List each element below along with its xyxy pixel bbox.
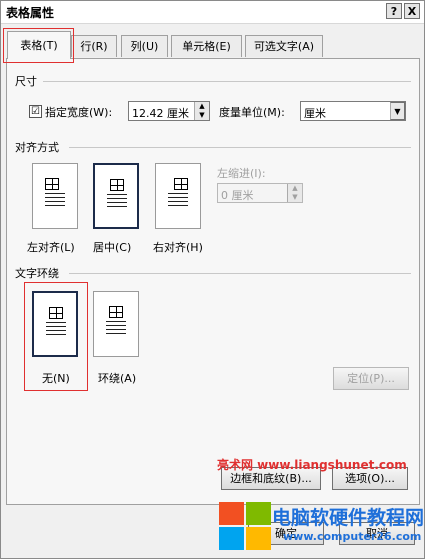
wrap-around-label: 环绕(A) bbox=[98, 372, 137, 385]
tab-cell[interactable]: 单元格(E) bbox=[171, 35, 242, 57]
align-center-option[interactable] bbox=[93, 163, 139, 229]
wrap-around-option[interactable] bbox=[93, 291, 139, 357]
close-button[interactable]: X bbox=[404, 3, 420, 19]
table-left-icon bbox=[45, 178, 65, 214]
tab-alt-text[interactable]: 可选文字(A) bbox=[245, 35, 323, 57]
spin-up-icon[interactable]: ▲ bbox=[287, 184, 302, 193]
align-right-label: 右对齐(H) bbox=[153, 241, 203, 254]
align-left-label: 左对齐(L) bbox=[27, 241, 75, 254]
tab-table[interactable]: 表格(T) bbox=[7, 31, 71, 59]
watermark-site-text: 亮术网 www.liangshunet.com bbox=[217, 458, 407, 472]
watermark-brand-text: 电脑软硬件教程网 bbox=[272, 507, 425, 529]
align-center-label: 居中(C) bbox=[93, 241, 132, 254]
title-bar: 表格属性 ? X bbox=[1, 1, 424, 24]
tab-column[interactable]: 列(U) bbox=[121, 35, 168, 57]
spin-up-icon[interactable]: ▲ bbox=[194, 102, 209, 111]
table-right-icon bbox=[168, 178, 188, 214]
windows-logo-icon bbox=[219, 502, 271, 550]
table-center-icon bbox=[107, 179, 127, 215]
tab-row[interactable]: 行(R) bbox=[71, 35, 117, 57]
preferred-width-spinner[interactable]: 12.42 厘米 ▲ ▼ bbox=[128, 101, 210, 121]
align-left-option[interactable] bbox=[32, 163, 78, 229]
preferred-width-checkbox[interactable]: ☑ bbox=[29, 105, 42, 118]
dialog-title: 表格属性 bbox=[6, 6, 55, 20]
watermark-brand-url: www.computer26.com bbox=[283, 530, 422, 543]
indent-value: 0 厘米 bbox=[221, 189, 254, 202]
measure-in-value: 厘米 bbox=[304, 107, 326, 120]
preferred-width-label: 指定宽度(W): bbox=[45, 106, 113, 119]
measure-in-label: 度量单位(M): bbox=[219, 106, 285, 119]
highlight-box-wrap-none bbox=[24, 282, 88, 391]
indent-label: 左缩进(I): bbox=[217, 167, 266, 180]
indent-spinner[interactable]: 0 厘米 ▲ ▼ bbox=[217, 183, 303, 203]
align-right-option[interactable] bbox=[155, 163, 201, 229]
divider bbox=[69, 147, 411, 148]
spin-down-icon[interactable]: ▼ bbox=[194, 111, 209, 120]
table-wrap-around-icon bbox=[106, 306, 126, 342]
positioning-button[interactable]: 定位(P)... bbox=[333, 367, 409, 390]
preferred-width-value: 12.42 厘米 bbox=[132, 107, 189, 120]
alignment-section-label: 对齐方式 bbox=[15, 141, 59, 154]
chevron-down-icon[interactable]: ▼ bbox=[390, 102, 405, 120]
wrapping-section-label: 文字环绕 bbox=[15, 267, 59, 280]
table-properties-dialog: 表格属性 ? X 表格(T) 行(R) 列(U) 单元格(E) 可选文字(A) … bbox=[0, 0, 425, 559]
size-section-label: 尺寸 bbox=[15, 75, 37, 88]
help-button[interactable]: ? bbox=[386, 3, 402, 19]
spin-down-icon[interactable]: ▼ bbox=[287, 193, 302, 202]
divider bbox=[69, 273, 411, 274]
measure-in-select[interactable]: 厘米 ▼ bbox=[300, 101, 406, 121]
divider bbox=[43, 81, 411, 82]
